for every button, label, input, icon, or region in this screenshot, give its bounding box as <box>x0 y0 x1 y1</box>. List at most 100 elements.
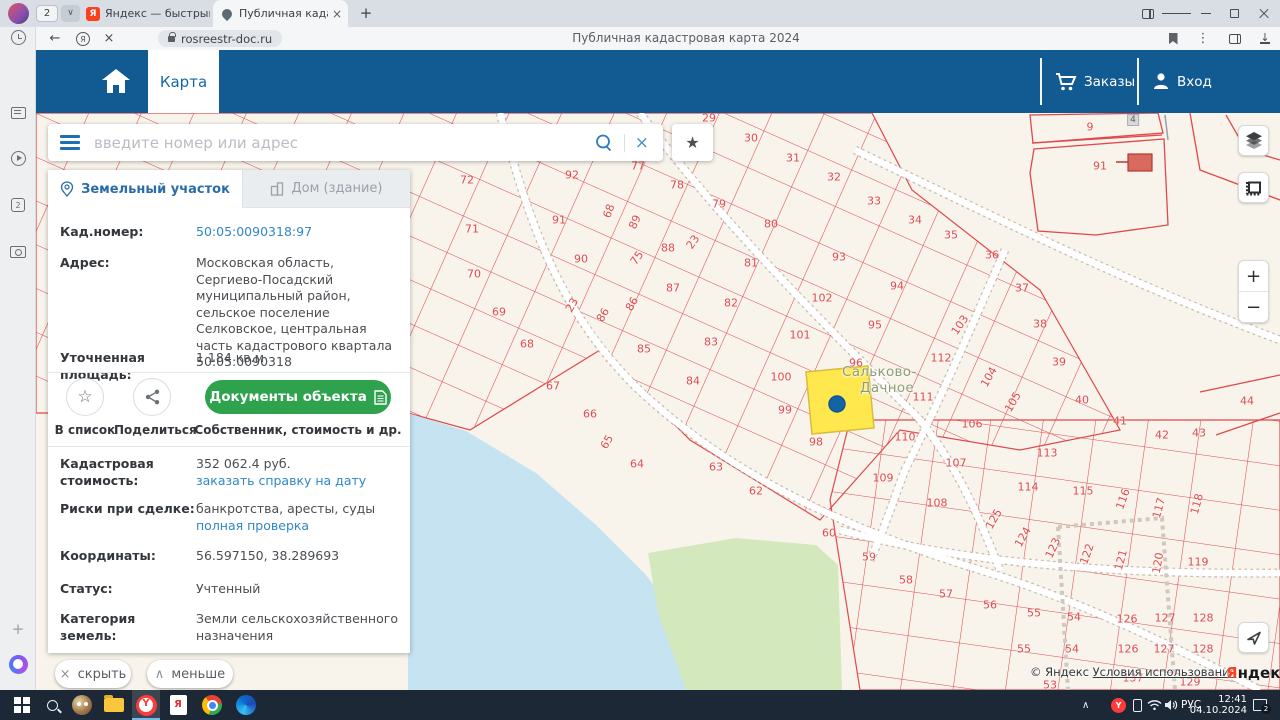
parcel-number[interactable]: 54 <box>1067 611 1081 624</box>
parcel-number[interactable]: 92 <box>565 169 579 182</box>
browser-menu-icon[interactable] <box>1162 0 1191 27</box>
side-panels-icon[interactable] <box>1133 0 1162 27</box>
risks-link[interactable]: полная проверка <box>196 518 309 533</box>
file-explorer-icon[interactable] <box>99 690 129 720</box>
parcel-number[interactable]: 38 <box>1033 318 1047 331</box>
parcel-number[interactable]: 67 <box>546 380 560 393</box>
tray-chevron-icon[interactable]: ∧ <box>1082 690 1089 720</box>
parcel-number[interactable]: 4 <box>1127 114 1139 126</box>
action-center-icon[interactable]: 2 <box>1253 690 1267 720</box>
parcel-number[interactable]: 83 <box>704 336 718 349</box>
locate-me-button[interactable] <box>1238 622 1269 653</box>
share-button[interactable] <box>133 378 171 416</box>
parcel-number[interactable]: 119 <box>1188 556 1209 569</box>
parcel-number[interactable]: 32 <box>827 171 841 184</box>
parcel-number[interactable]: 109 <box>873 472 894 485</box>
parcel-number[interactable]: 58 <box>899 574 913 587</box>
parcel-number[interactable]: 101 <box>790 329 811 342</box>
zoom-in-button[interactable]: + <box>1239 261 1268 292</box>
taskbar-search-icon[interactable] <box>37 690 67 720</box>
parcel-number[interactable]: 59 <box>862 551 876 564</box>
parcel-number[interactable]: 115 <box>1073 485 1094 498</box>
start-button[interactable] <box>7 690 37 720</box>
parcel-number[interactable]: 62 <box>749 485 763 498</box>
window-close-button[interactable] <box>1249 0 1278 27</box>
menu-icon[interactable] <box>48 135 92 150</box>
parcel-number[interactable]: 88 <box>661 242 675 255</box>
parcel-number[interactable]: 81 <box>744 257 758 270</box>
parcel-number[interactable]: 40 <box>1075 394 1089 407</box>
layers-button[interactable] <box>1238 125 1269 156</box>
parcel-number[interactable]: 70 <box>467 268 481 281</box>
tab-land-parcel[interactable]: Земельный участок <box>48 170 242 208</box>
parcel-number[interactable]: 69 <box>492 306 506 319</box>
add-panel-icon[interactable]: + <box>0 614 36 644</box>
parcel-number[interactable]: 35 <box>944 229 958 242</box>
parcel-number[interactable]: 114 <box>1018 481 1039 494</box>
parcel-number[interactable]: 60 <box>822 527 836 540</box>
parcel-number[interactable]: 95 <box>868 319 882 332</box>
parcel-number[interactable]: 36 <box>985 249 999 262</box>
parcel-number[interactable]: 85 <box>637 343 651 356</box>
login-button[interactable]: Вход <box>1152 50 1212 113</box>
object-documents-button[interactable]: Документы объекта <box>205 380 391 414</box>
measure-button[interactable] <box>1238 172 1269 203</box>
search-icon[interactable] <box>594 133 614 153</box>
parcel-number[interactable]: 29 <box>702 113 716 125</box>
parcel-number[interactable]: 39 <box>1052 356 1066 369</box>
clock[interactable]: 12:4104.10.2024 <box>1205 690 1247 720</box>
tab-house-building[interactable]: Дом (здание) <box>242 170 410 208</box>
add-to-list-button[interactable]: ☆ <box>66 378 104 416</box>
back-icon[interactable]: ← <box>44 27 66 50</box>
history-icon[interactable] <box>0 22 36 52</box>
bookmark-icon[interactable] <box>1162 27 1184 50</box>
parcel-number[interactable]: 100 <box>771 371 792 384</box>
tab-close-icon[interactable]: × <box>332 7 342 21</box>
parcel-number[interactable]: 94 <box>890 280 904 293</box>
parcel-number[interactable]: 77 <box>631 160 645 173</box>
more-options-icon[interactable]: ⋮ <box>1192 27 1214 50</box>
parcel-number[interactable]: 42 <box>1155 429 1169 442</box>
yandex-browser-icon[interactable] <box>131 690 161 720</box>
alice-assistant-icon[interactable] <box>0 649 36 679</box>
stop-loading-icon[interactable]: × <box>98 27 120 50</box>
parcel-number[interactable]: 41 <box>1113 415 1127 428</box>
parcel-number[interactable]: 84 <box>686 375 700 388</box>
parcel-number[interactable]: 30 <box>744 132 758 145</box>
video-icon[interactable] <box>0 143 36 173</box>
parcel-number[interactable]: 34 <box>908 214 922 227</box>
collapse-panel-button[interactable]: ∧ меньше <box>147 660 233 688</box>
parcel-number[interactable]: 54 <box>1065 643 1079 656</box>
parcel-number[interactable]: 106 <box>962 418 983 431</box>
parcel-number[interactable]: 108 <box>927 497 948 510</box>
yandex-app-icon[interactable] <box>163 690 193 720</box>
parcel-number[interactable]: 127 <box>1155 612 1176 625</box>
parcel-number[interactable]: 80 <box>764 218 778 231</box>
parcel-number[interactable]: 113 <box>1037 447 1058 460</box>
favorites-button[interactable]: ★ <box>672 124 713 161</box>
parcel-number[interactable]: 79 <box>712 198 726 211</box>
parcel-number[interactable]: 127 <box>1154 643 1175 656</box>
home-icon[interactable] <box>100 67 132 96</box>
yandex-search-icon[interactable]: Я <box>72 27 94 50</box>
cad-number-link[interactable]: 50:05:0090318:97 <box>196 224 402 241</box>
parcel-number[interactable]: 126 <box>1118 643 1139 656</box>
tab-map[interactable]: Карта <box>148 50 219 113</box>
cost-link[interactable]: заказать справку на дату <box>196 473 366 488</box>
parcel-number[interactable]: 43 <box>1192 427 1206 440</box>
parcel-number[interactable]: 44 <box>1240 395 1254 408</box>
parcel-number[interactable]: 112 <box>931 352 952 365</box>
browser-tab-yandex[interactable]: Я Яндекс — быстрый поиск <box>86 0 210 27</box>
parcel-number[interactable]: 98 <box>809 436 823 449</box>
parcel-number[interactable]: 64 <box>630 458 644 471</box>
tray-yandex-icon[interactable]: Y <box>1111 690 1126 720</box>
parcel-number[interactable]: 66 <box>583 408 597 421</box>
browser-tab-cadastral-active[interactable]: Публичная кадастров... × <box>213 0 348 27</box>
parcel-number[interactable]: 82 <box>724 297 738 310</box>
parcel-number[interactable]: 33 <box>867 195 881 208</box>
search-input[interactable] <box>92 133 594 153</box>
tabs-panel-icon[interactable]: 2 <box>0 190 36 220</box>
parcel-number[interactable]: 99 <box>778 404 792 417</box>
parcel-number[interactable]: 37 <box>1015 282 1029 295</box>
parcel-number[interactable]: 128 <box>1193 612 1214 625</box>
